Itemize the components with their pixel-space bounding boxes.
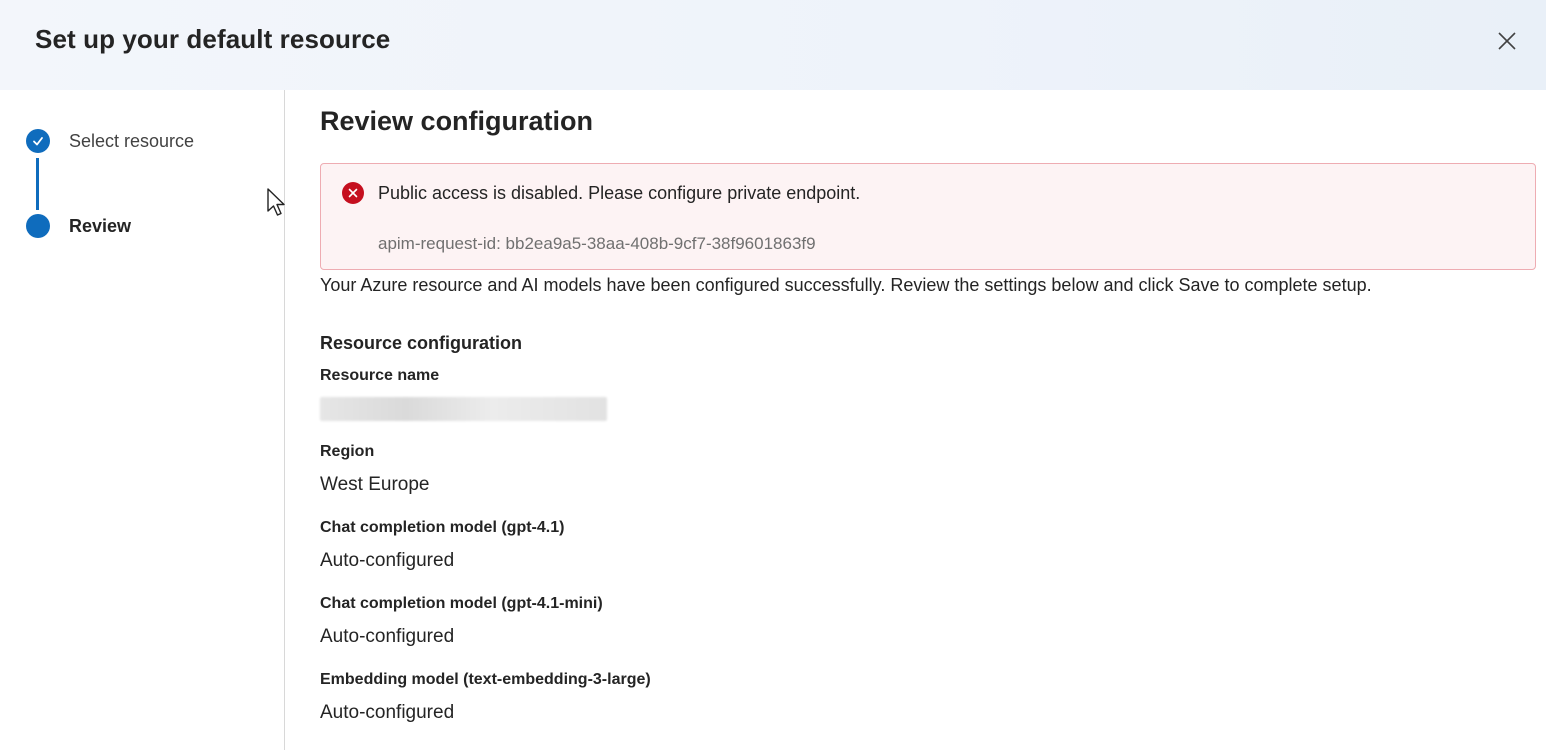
error-message-bar: Public access is disabled. Please config…: [320, 163, 1536, 270]
dialog-title: Set up your default resource: [35, 24, 391, 54]
error-circle-icon: [342, 182, 364, 204]
step-review[interactable]: Review: [69, 216, 131, 237]
error-message: Public access is disabled. Please config…: [378, 183, 861, 203]
field-label-chat-model: Chat completion model (gpt-4.1): [320, 519, 565, 536]
field-value-chat-model: Auto-configured: [320, 550, 455, 571]
mouse-pointer-icon: [267, 188, 285, 216]
section-title: Resource configuration: [320, 333, 523, 353]
page-title: Review configuration: [320, 106, 594, 136]
field-value-region: West Europe: [320, 474, 430, 495]
field-label-embedding-model: Embedding model (text-embedding-3-large): [320, 671, 651, 688]
field-label-resource-name: Resource name: [320, 367, 440, 384]
close-icon: [1498, 32, 1516, 50]
field-value-embedding-model: Auto-configured: [320, 702, 455, 723]
step-select-resource[interactable]: Select resource: [69, 131, 194, 152]
dialog-header: Set up your default resource: [0, 0, 1546, 90]
step-connector: [36, 158, 39, 210]
step-current-indicator: [26, 214, 50, 238]
error-request-id: apim-request-id: bb2ea9a5-38aa-408b-9cf7…: [378, 234, 816, 253]
close-button[interactable]: [1490, 24, 1524, 58]
field-label-chat-mini-model: Chat completion model (gpt-4.1-mini): [320, 595, 603, 612]
field-value-chat-mini-model: Auto-configured: [320, 626, 455, 647]
resource-name-value-redacted: [320, 397, 607, 421]
review-description: Your Azure resource and AI models have b…: [320, 275, 1372, 295]
checkmark-icon: [33, 137, 43, 146]
steps-sidebar: Select resource Review: [0, 90, 285, 750]
field-label-region: Region: [320, 443, 375, 460]
step-completed-indicator: [26, 129, 50, 153]
